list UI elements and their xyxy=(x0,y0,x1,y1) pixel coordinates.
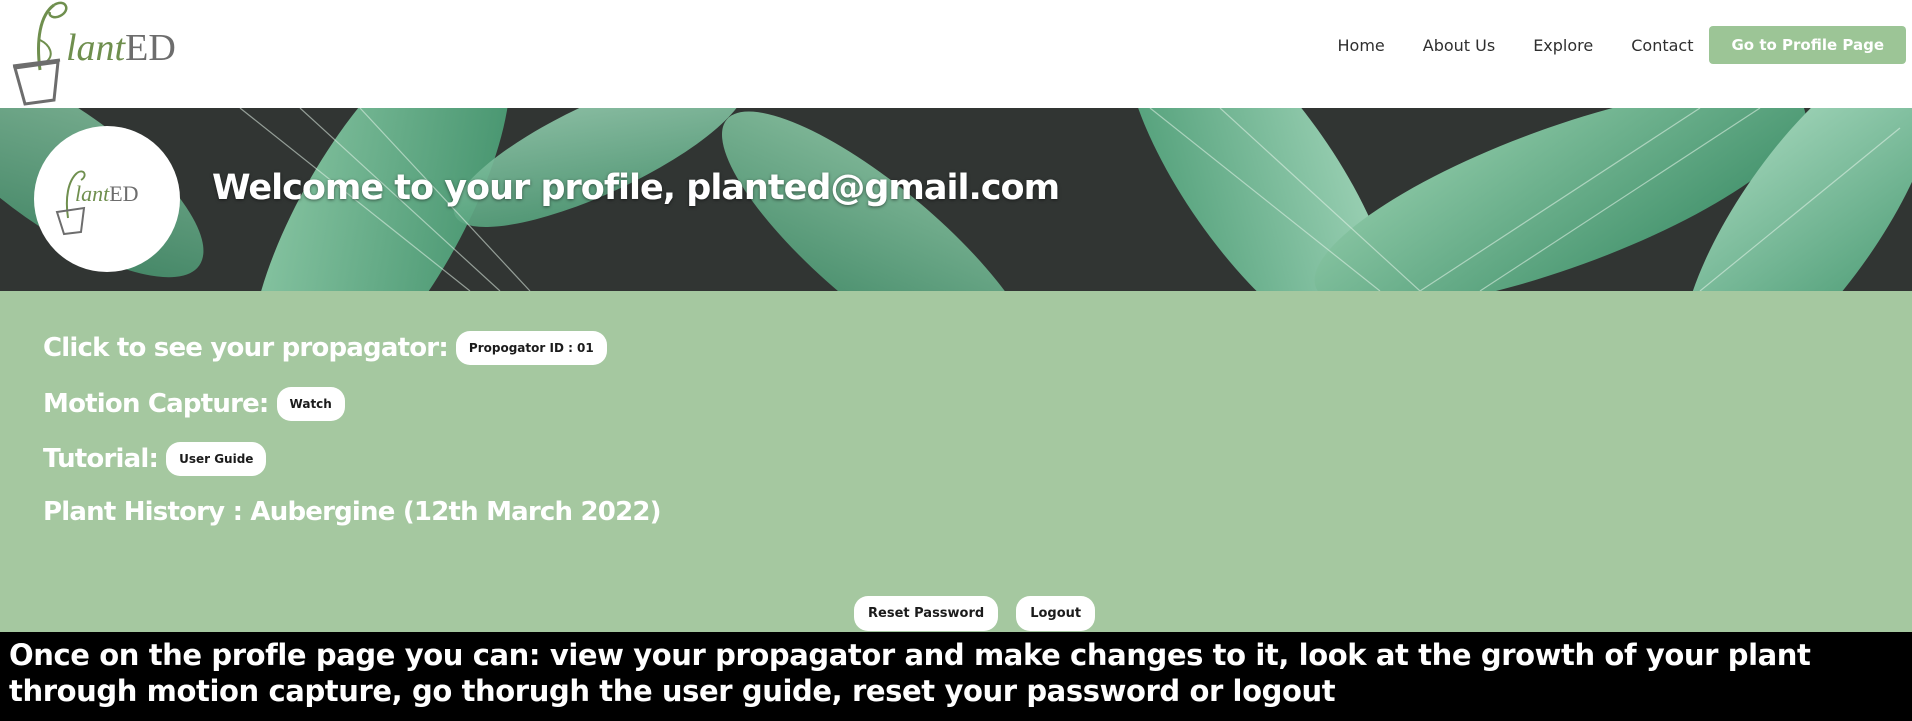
watch-button[interactable]: Watch xyxy=(276,387,345,421)
user-guide-button[interactable]: User Guide xyxy=(166,442,267,476)
profile-banner: lantED Welcome to your profile, planted@… xyxy=(0,108,1912,291)
plant-history-row: Plant History : Aubergine (12th March 20… xyxy=(43,497,662,527)
profile-avatar: lantED xyxy=(34,126,180,272)
reset-password-button[interactable]: Reset Password xyxy=(854,596,999,631)
propagator-id-button[interactable]: Propogator ID : 01 xyxy=(455,331,607,365)
caption-bar: Once on the profle page you can: view yo… xyxy=(0,632,1912,721)
main-nav: Home About Us Explore Contact Go to Prof… xyxy=(1338,26,1906,64)
motion-capture-label: Motion Capture: xyxy=(43,389,269,419)
logo-wordmark: lantED xyxy=(66,27,176,69)
site-header: lantED Home About Us Explore Contact Go … xyxy=(0,0,1912,108)
propagator-row: Click to see your propagator: Propogator… xyxy=(43,331,607,365)
go-to-profile-button[interactable]: Go to Profile Page xyxy=(1709,26,1906,64)
nav-home-link[interactable]: Home xyxy=(1338,36,1385,55)
caption-text: Once on the profle page you can: view yo… xyxy=(9,638,1811,708)
account-actions: Reset Password Logout xyxy=(854,596,1113,631)
profile-panel: Click to see your propagator: Propogator… xyxy=(0,291,1912,632)
logout-button[interactable]: Logout xyxy=(1016,596,1096,631)
plant-history-text: Plant History : Aubergine (12th March 20… xyxy=(43,497,662,527)
propagator-label: Click to see your propagator: xyxy=(43,333,449,363)
tutorial-label: Tutorial: xyxy=(43,444,159,474)
plant-ed-logo[interactable]: lantED xyxy=(10,0,195,108)
nav-explore-link[interactable]: Explore xyxy=(1533,36,1593,55)
avatar-wordmark: lantED xyxy=(75,181,139,206)
tutorial-row: Tutorial: User Guide xyxy=(43,442,267,476)
welcome-heading: Welcome to your profile, planted@gmail.c… xyxy=(212,168,1060,208)
nav-contact-link[interactable]: Contact xyxy=(1631,36,1693,55)
nav-about-link[interactable]: About Us xyxy=(1423,36,1495,55)
motion-capture-row: Motion Capture: Watch xyxy=(43,387,345,421)
